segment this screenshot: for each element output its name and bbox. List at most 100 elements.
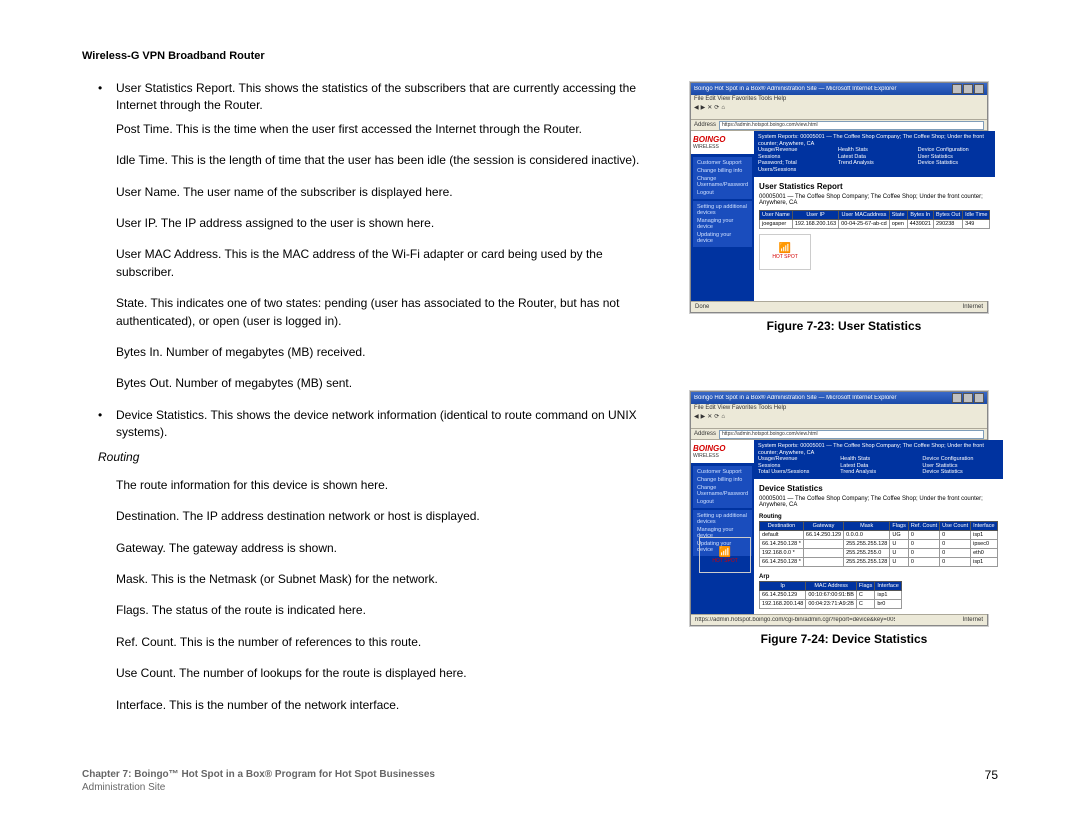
status-left: Done	[695, 304, 709, 310]
admin-sidebar: BOINGO WIRELESS Customer Support Change …	[691, 440, 754, 614]
brand-logo: BOINGO WIRELESS	[691, 440, 754, 463]
page-number: 75	[985, 768, 998, 782]
report-title: User Statistics Report	[754, 177, 995, 194]
main-panel: System Reports: 00005001 — The Coffee Sh…	[754, 131, 995, 301]
window-title: Boingo Hot Spot in a Box® Administration…	[694, 395, 952, 401]
close-icon[interactable]	[974, 393, 984, 403]
home-icon[interactable]: ⌂	[721, 414, 725, 422]
r-mask: Mask. This is the Netmask (or Subnet Mas…	[98, 571, 658, 588]
screenshot-device-stats: Boingo Hot Spot in a Box® Administration…	[690, 391, 988, 626]
bullet-user-stats: User Statistics Report. This shows the s…	[98, 80, 658, 115]
sub-user-mac: User MAC Address. This is the MAC addres…	[98, 246, 658, 281]
sub-idle-time: Idle Time. This is the length of time th…	[98, 152, 658, 169]
toolbar-icons[interactable]: ◀ ▶ ✕ ⟳ ⌂	[694, 413, 984, 423]
window-titlebar: Boingo Hot Spot in a Box® Administration…	[691, 83, 987, 95]
arp-label: Arp	[754, 572, 1002, 581]
status-bar: Done Internet	[691, 301, 987, 312]
refresh-icon[interactable]: ⟳	[714, 414, 719, 422]
figure-7-24: Boingo Hot Spot in a Box® Administration…	[690, 391, 998, 646]
screenshot-user-stats: Boingo Hot Spot in a Box® Administration…	[690, 82, 988, 313]
bullet-device-stats: Device Statistics. This shows the device…	[98, 407, 658, 442]
address-input[interactable]: https://admin.hotspot.boingo.com/view.ht…	[719, 121, 984, 130]
back-icon[interactable]: ◀	[694, 105, 699, 113]
address-bar: Address https://admin.hotspot.boingo.com…	[691, 429, 987, 440]
col-bytesin: Bytes In	[907, 210, 933, 219]
col-idle: Idle Time	[963, 210, 990, 219]
sub-state: State. This indicates one of two states:…	[98, 295, 658, 330]
table-row: 192.168.0.0 *255.255.255.0U00eth0	[760, 548, 997, 557]
table-row: 66.14.250.12900:10:67:00:91:BBCisp1	[760, 590, 902, 599]
minimize-icon[interactable]	[952, 84, 962, 94]
r-refcount: Ref. Count. This is the number of refere…	[98, 634, 658, 651]
stop-icon[interactable]: ✕	[707, 414, 712, 422]
brand-logo: BOINGO WIRELESS	[691, 131, 754, 154]
figures-column: Boingo Hot Spot in a Box® Administration…	[690, 82, 998, 704]
browser-toolbar: File Edit View Favorites Tools Help ◀ ▶ …	[691, 404, 987, 429]
address-label: Address	[694, 431, 716, 437]
hotspot-badge: 📶 HOT SPOT	[699, 537, 751, 573]
top-banner: System Reports: 00005001 — The Coffee Sh…	[754, 131, 995, 177]
forward-icon[interactable]: ▶	[701, 105, 706, 113]
r-flags: Flags. The status of the route is indica…	[98, 602, 658, 619]
r-intro: The route information for this device is…	[98, 477, 658, 494]
page-footer: Chapter 7: Boingo™ Hot Spot in a Box® Pr…	[82, 768, 998, 794]
r-interface: Interface. This is the number of the net…	[98, 697, 658, 714]
browser-toolbar: File Edit View Favorites Tools Help ◀ ▶ …	[691, 95, 987, 120]
r-destination: Destination. The IP address destination …	[98, 508, 658, 525]
r-gateway: Gateway. The gateway address is shown.	[98, 540, 658, 557]
routing-table: Destination Gateway Mask Flags Ref. Coun…	[759, 521, 997, 567]
report-subtitle: 00005001 — The Coffee Shop Company; The …	[754, 496, 1002, 512]
menu-bar[interactable]: File Edit View Favorites Tools Help	[694, 96, 984, 104]
figure-7-23: Boingo Hot Spot in a Box® Administration…	[690, 82, 998, 333]
routing-heading: Routing	[98, 449, 658, 466]
address-input[interactable]: https://admin.hotspot.boingo.com/view.ht…	[719, 430, 984, 439]
top-banner: System Reports: 00005001 — The Coffee Sh…	[754, 440, 1002, 479]
page-header: Wireless-G VPN Broadband Router	[82, 50, 265, 62]
table-row: 66.14.250.128 *255.255.255.128U00ipsec0	[760, 539, 997, 548]
footer-sub: Administration Site	[82, 782, 165, 793]
window-titlebar: Boingo Hot Spot in a Box® Administration…	[691, 392, 987, 404]
stop-icon[interactable]: ✕	[707, 105, 712, 113]
col-state: State	[889, 210, 907, 219]
figure-caption-24: Figure 7-24: Device Statistics	[690, 632, 998, 646]
home-icon[interactable]: ⌂	[721, 105, 725, 113]
status-right: Internet	[963, 617, 983, 623]
figure-caption-23: Figure 7-23: User Statistics	[690, 319, 998, 333]
main-text-column: User Statistics Report. This shows the s…	[98, 80, 658, 728]
address-bar: Address https://admin.hotspot.boingo.com…	[691, 120, 987, 131]
wifi-icon: 📶	[719, 547, 731, 558]
user-stats-table: User Name User IP User MACaddress State …	[759, 210, 990, 229]
col-username: User Name	[760, 210, 793, 219]
status-bar: https://admin.hotspot.boingo.com/cgi-bin…	[691, 614, 987, 625]
col-bytesout: Bytes Out	[933, 210, 962, 219]
status-left: https://admin.hotspot.boingo.com/cgi-bin…	[695, 617, 895, 623]
menu-bar[interactable]: File Edit View Favorites Tools Help	[694, 405, 984, 413]
close-icon[interactable]	[974, 84, 984, 94]
back-icon[interactable]: ◀	[694, 414, 699, 422]
minimize-icon[interactable]	[952, 393, 962, 403]
status-right: Internet	[963, 304, 983, 310]
maximize-icon[interactable]	[963, 84, 973, 94]
maximize-icon[interactable]	[963, 393, 973, 403]
refresh-icon[interactable]: ⟳	[714, 105, 719, 113]
sub-bytes-in: Bytes In. Number of megabytes (MB) recei…	[98, 344, 658, 361]
col-usermac: User MACaddress	[839, 210, 890, 219]
sidebar-section[interactable]: Customer Support Change billing info Cha…	[693, 157, 752, 199]
r-usecount: Use Count. The number of lookups for the…	[98, 665, 658, 682]
sub-user-name: User Name. The user name of the subscrib…	[98, 184, 658, 201]
sidebar-section-2[interactable]: Setting up additional devices Managing y…	[693, 201, 752, 247]
window-title: Boingo Hot Spot in a Box® Administration…	[694, 86, 952, 92]
hotspot-badge: 📶 HOT SPOT	[759, 234, 811, 270]
address-label: Address	[694, 122, 716, 128]
report-title: Device Statistics	[754, 479, 1002, 496]
table-row: 192.168.200.14800:04:23:71:A9:2BCbr0	[760, 599, 902, 608]
col-userip: User IP	[792, 210, 838, 219]
sidebar-section[interactable]: Customer Support Change billing info Cha…	[693, 466, 752, 508]
sub-post-time: Post Time. This is the time when the use…	[98, 121, 658, 138]
sub-bytes-out: Bytes Out. Number of megabytes (MB) sent…	[98, 375, 658, 392]
forward-icon[interactable]: ▶	[701, 414, 706, 422]
arp-table: Ip MAC Address Flags Interface 66.14.250…	[759, 581, 902, 609]
toolbar-icons[interactable]: ◀ ▶ ✕ ⟳ ⌂	[694, 104, 984, 114]
footer-chapter: Chapter 7: Boingo™ Hot Spot in a Box® Pr…	[82, 769, 435, 780]
sub-user-ip: User IP. The IP address assigned to the …	[98, 215, 658, 232]
